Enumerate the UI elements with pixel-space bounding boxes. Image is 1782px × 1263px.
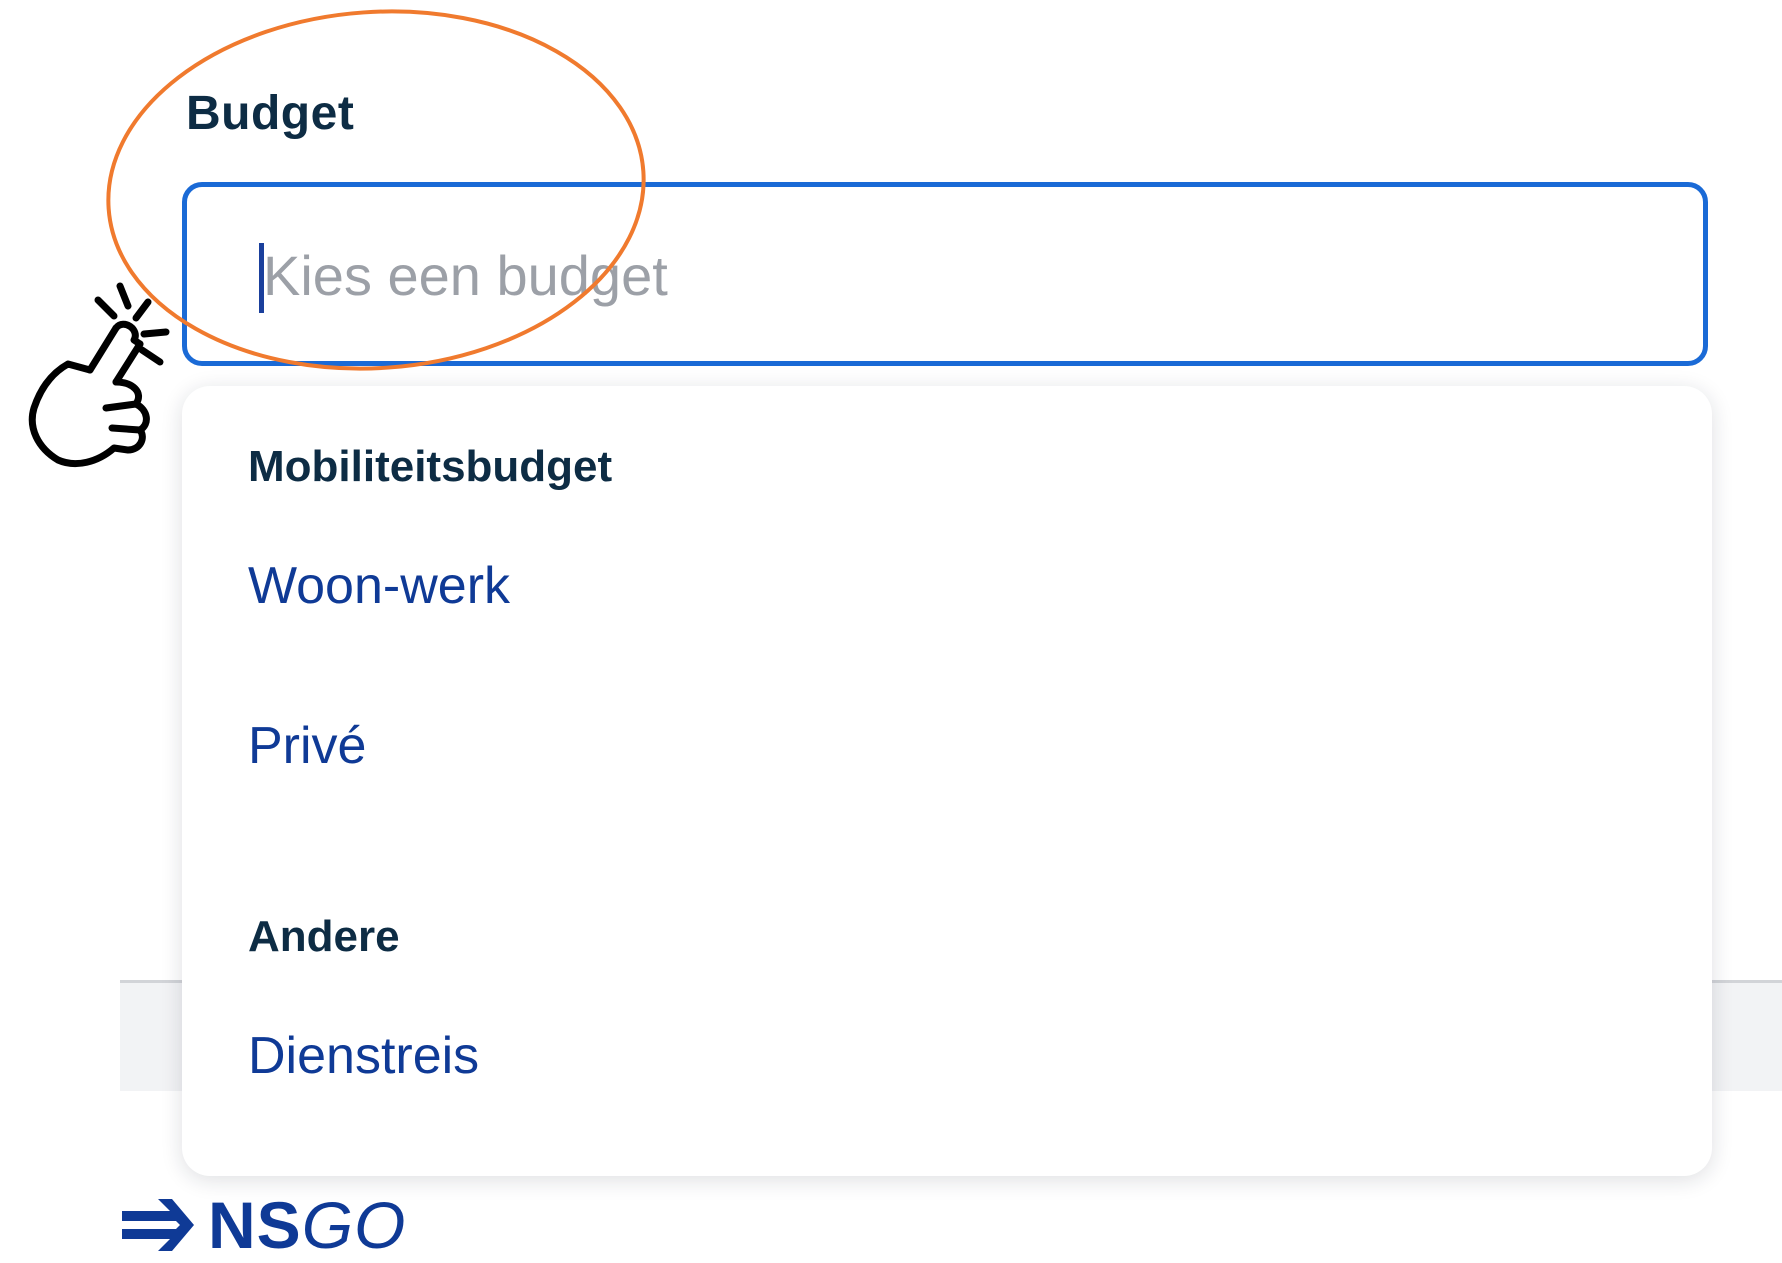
dropdown-option-woon-werk[interactable]: Woon-werk <box>248 556 510 616</box>
logo-go-text: GO <box>301 1188 407 1262</box>
budget-input-wrapper[interactable] <box>182 182 1708 366</box>
logo-ns-text: NS <box>208 1188 302 1262</box>
ns-arrow-icon <box>122 1199 194 1251</box>
dropdown-option-dienstreis[interactable]: Dienstreis <box>248 1026 479 1086</box>
dropdown-option-prive[interactable]: Privé <box>248 716 366 776</box>
budget-input[interactable] <box>257 227 1663 323</box>
tap-hand-icon <box>28 282 170 467</box>
ns-go-logo: NS GO <box>118 1188 406 1262</box>
dropdown-group-heading-andere: Andere <box>248 912 400 961</box>
budget-dropdown-menu: Mobiliteitsbudget Woon-werk Privé Andere… <box>182 386 1712 1176</box>
budget-label: Budget <box>186 87 355 140</box>
dropdown-group-heading-mobiliteitsbudget: Mobiliteitsbudget <box>248 442 613 491</box>
